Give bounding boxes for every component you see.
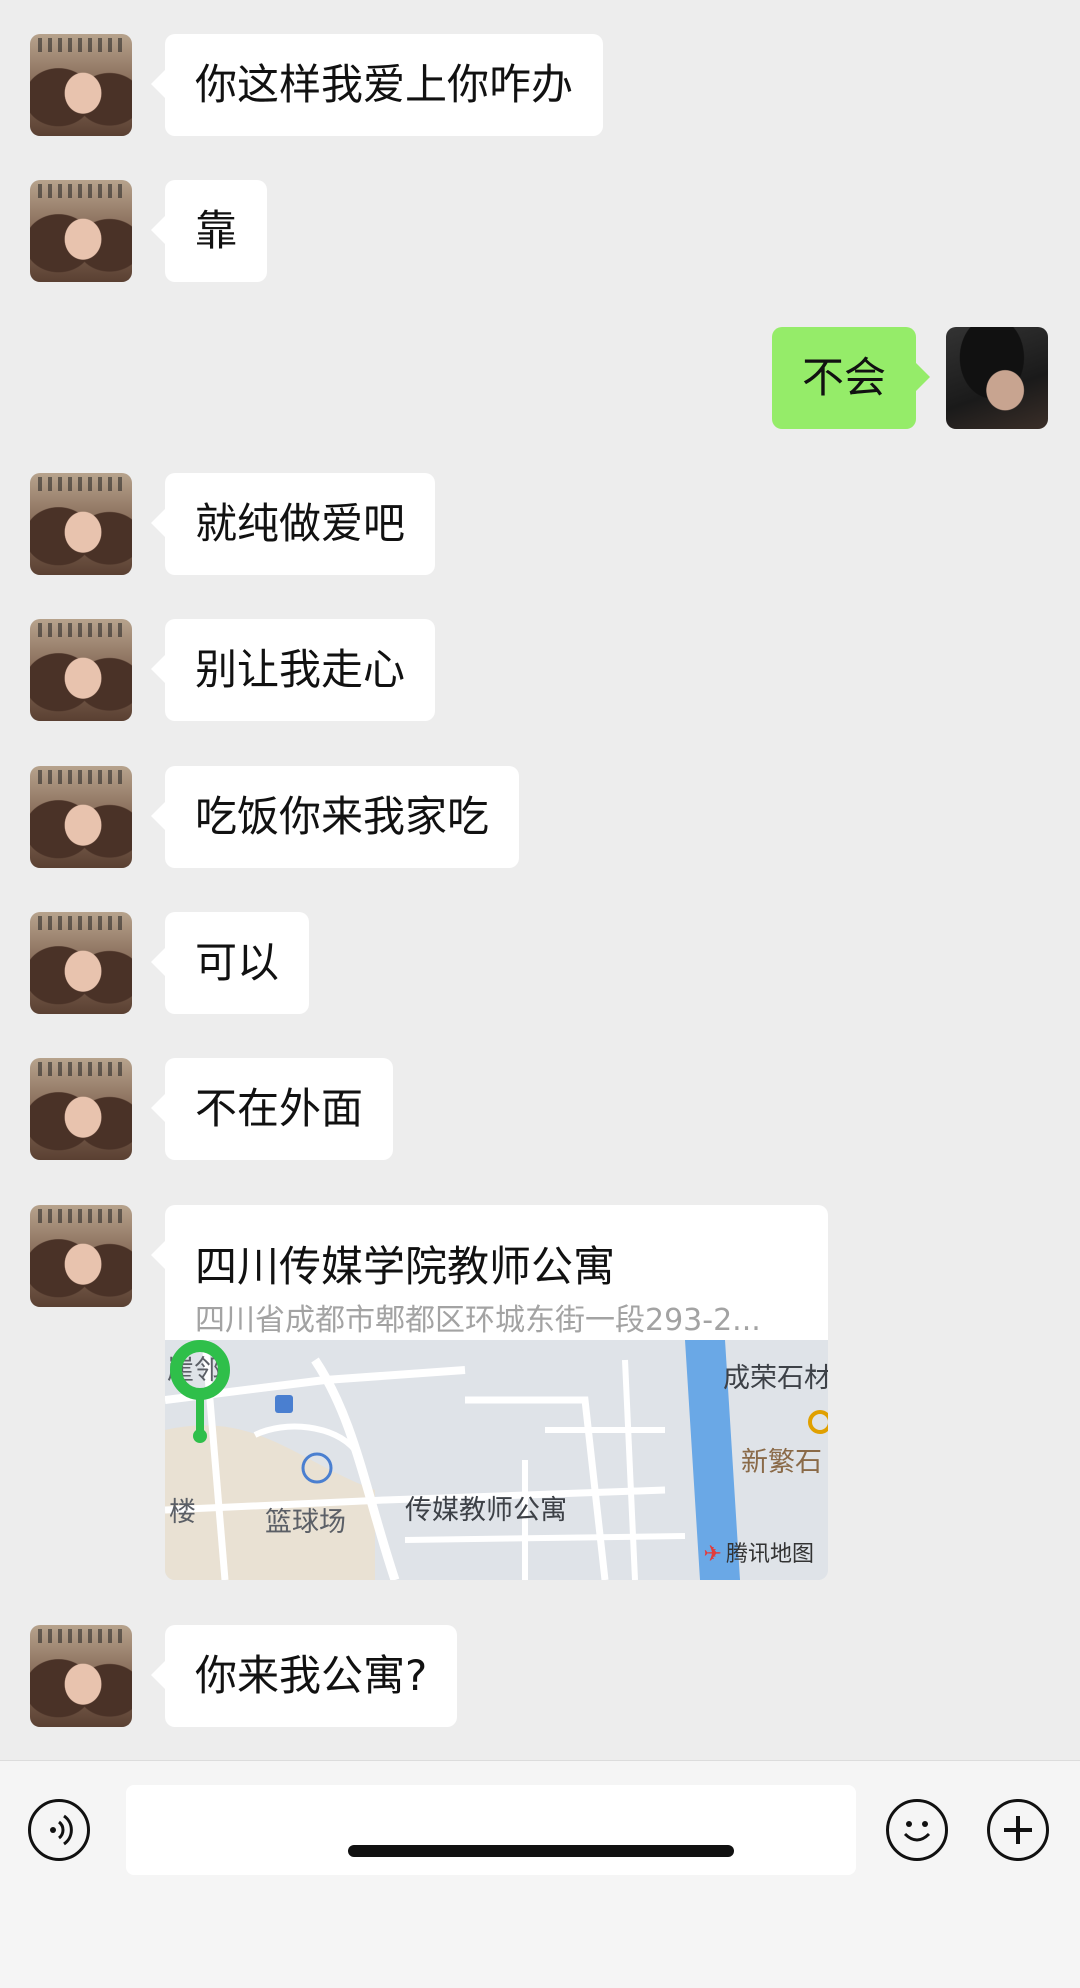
contact-avatar[interactable]: [30, 619, 132, 721]
voice-icon[interactable]: [28, 1799, 90, 1861]
map-label: 楼: [169, 1497, 196, 1528]
location-card[interactable]: 四川传媒学院教师公寓 四川省成都市郫都区环城东街一段293-2... 崖邻 成荣…: [165, 1205, 828, 1580]
message-text: 别让我走心: [195, 645, 406, 694]
plus-icon[interactable]: [987, 1799, 1049, 1861]
tencent-map-icon: ✈: [703, 1542, 722, 1567]
contact-avatar[interactable]: [30, 1058, 132, 1160]
map-preview[interactable]: 崖邻 成荣石材 新繁石 楼 篮球场 传媒教师公寓 ✈ 腾讯地图: [165, 1340, 828, 1580]
bubble-tail: [151, 1241, 165, 1269]
contact-avatar[interactable]: [30, 180, 132, 282]
message-bubble-received[interactable]: 你这样我爱上你咋办: [150, 34, 604, 136]
message-text: 吃饭你来我家吃: [195, 792, 490, 841]
message-bubble-received[interactable]: 可以: [150, 912, 310, 1014]
map-label: 成荣石材: [723, 1363, 828, 1394]
message-text: 你这样我爱上你咋办: [195, 60, 574, 109]
input-bar: [0, 1760, 1080, 1988]
message-bubble-received[interactable]: 就纯做爱吧: [150, 473, 436, 575]
message-bubble-received[interactable]: 吃饭你来我家吃: [150, 766, 520, 868]
map-label: 传媒教师公寓: [405, 1495, 567, 1526]
map-brand: ✈ 腾讯地图: [704, 1536, 814, 1568]
message-text: 不会: [801, 353, 886, 402]
map-label: 新繁石: [741, 1447, 822, 1478]
contact-avatar[interactable]: [30, 1205, 132, 1307]
location-address: 四川省成都市郫都区环城东街一段293-2...: [195, 1303, 761, 1338]
message-bubble-received[interactable]: 不在外面: [150, 1058, 394, 1160]
home-indicator[interactable]: [348, 1845, 734, 1857]
contact-avatar[interactable]: [30, 766, 132, 868]
map-brand-text: 腾讯地图: [725, 1542, 814, 1567]
my-avatar[interactable]: [946, 327, 1048, 429]
message-text: 你来我公寓?: [195, 1651, 428, 1700]
location-title: 四川传媒学院教师公寓: [195, 1242, 616, 1291]
message-bubble-received[interactable]: 靠: [150, 180, 268, 282]
contact-avatar[interactable]: [30, 34, 132, 136]
message-text: 可以: [195, 938, 280, 987]
message-text: 就纯做爱吧: [195, 499, 406, 548]
message-text: 靠: [195, 206, 238, 255]
message-bubble-received[interactable]: 别让我走心: [150, 619, 436, 721]
message-input[interactable]: [126, 1785, 856, 1875]
emoji-icon[interactable]: [886, 1799, 948, 1861]
contact-avatar[interactable]: [30, 473, 132, 575]
message-text: 不在外面: [195, 1084, 364, 1133]
contact-avatar[interactable]: [30, 1625, 132, 1727]
location-pin-icon: [170, 1340, 230, 1443]
contact-avatar[interactable]: [30, 912, 132, 1014]
message-bubble-sent[interactable]: 不会: [771, 327, 931, 429]
map-label: 篮球场: [265, 1507, 346, 1538]
message-bubble-received[interactable]: 你来我公寓?: [150, 1625, 458, 1727]
chat-history[interactable]: 你这样我爱上你咋办 靠 不会 就纯做爱吧 别让我走心 吃饭你来我家吃 可以 不在…: [0, 0, 1080, 1760]
